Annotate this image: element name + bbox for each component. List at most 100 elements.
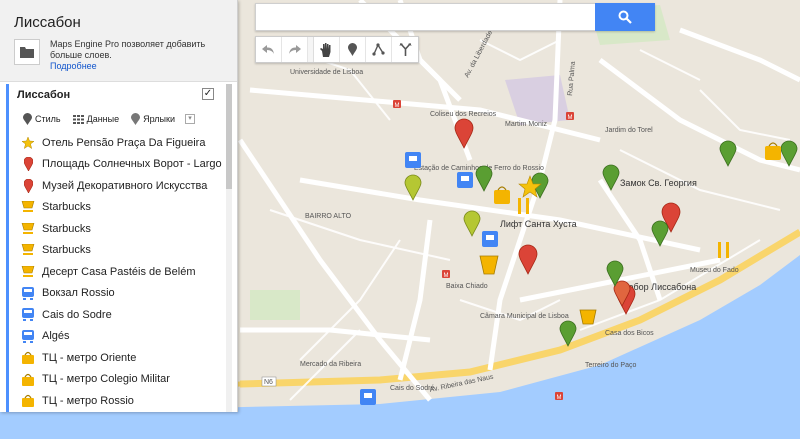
layer-title[interactable]: Лиссабон <box>17 89 70 101</box>
layer-tools: Стиль Данные Ярлыки ▾ <box>9 108 232 130</box>
shopping-bag-icon <box>21 394 35 408</box>
feature-list-item[interactable]: Starbucks <box>9 240 227 262</box>
map-label-universidade: Universidade de Lisboa <box>290 69 363 76</box>
add-marker-button[interactable] <box>340 37 366 62</box>
train-icon[interactable] <box>360 389 376 405</box>
label-pin-icon <box>131 113 141 125</box>
map-title[interactable]: Лиссабон <box>14 14 237 31</box>
map-label-lift: Лифт Санта Хуста <box>500 219 577 229</box>
search-box <box>255 3 655 31</box>
marker-icon <box>348 43 357 56</box>
scrollbar-thumb[interactable] <box>226 84 232 189</box>
feature-label: ТЦ - метро Rossio <box>42 394 134 407</box>
panel-header: Лиссабон Maps Engine Pro позволяет добав… <box>0 0 237 82</box>
feature-list-item[interactable]: ТЦ - метро Oriente <box>9 347 227 369</box>
layers-panel: Лиссабон Maps Engine Pro позволяет добав… <box>0 0 238 412</box>
map-label-mouraria: Martim Moniz <box>505 121 548 128</box>
feature-label: Cais do Sodre <box>42 308 112 321</box>
redo-icon <box>289 44 301 54</box>
promo-text: Maps Engine Pro позволяет добавить больш… <box>50 39 206 60</box>
undo-icon <box>262 44 274 54</box>
feature-list-item[interactable]: Вокзал Rossio <box>9 283 227 305</box>
feature-label: Площадь Солнечных Ворот - Largo <box>42 158 222 171</box>
paint-pin-icon <box>23 113 32 125</box>
feature-label: Starbucks <box>42 244 91 257</box>
feature-list-item[interactable]: ТЦ - метро Rossio <box>9 390 227 412</box>
map-label-n6: N6 <box>264 379 273 386</box>
map-label-cais: Cais do Sodré <box>390 385 434 392</box>
learn-more-link[interactable]: Подробнее <box>50 61 237 71</box>
train-icon[interactable] <box>457 172 473 188</box>
feature-list-item[interactable]: Отель Pensão Praça Da Figueira <box>9 132 227 154</box>
style-button[interactable]: Стиль <box>23 113 61 125</box>
directions-button[interactable] <box>392 37 418 62</box>
coffee-icon <box>21 222 35 236</box>
map-label-coliseu: Coliseu dos Recreios <box>430 111 497 118</box>
feature-label: Десерт Casa Pastéis de Belém <box>42 265 196 278</box>
map-label-fado: Museu do Fado <box>690 267 739 274</box>
map-label-torel: Jardim do Torel <box>605 127 653 134</box>
style-label: Стиль <box>35 114 61 124</box>
feature-list: Отель Pensão Praça Da Figueira Площадь Со… <box>9 132 227 412</box>
train-icon <box>21 308 35 322</box>
feature-list-item[interactable]: Starbucks <box>9 218 227 240</box>
coffee-icon <box>21 200 35 214</box>
feature-list-item[interactable]: Starbucks <box>9 197 227 219</box>
scrollbar[interactable] <box>226 84 232 412</box>
train-icon <box>21 329 35 343</box>
map-toolbar <box>255 36 419 63</box>
feature-label: Вокзал Rossio <box>42 287 115 300</box>
feature-label: ТЦ - метро Colegio Militar <box>42 373 170 386</box>
draw-line-button[interactable] <box>366 37 392 62</box>
labels-button[interactable]: Ярлыки <box>131 113 175 125</box>
feature-list-item[interactable]: Cais do Sodre <box>9 304 227 326</box>
svg-text:M: M <box>557 395 562 401</box>
pan-tool-button[interactable] <box>314 37 340 62</box>
map-label-bicos: Casa dos Bicos <box>605 330 654 337</box>
map-label-chiado: Baixa Chiado <box>446 283 488 290</box>
shopping-bag-icon <box>21 372 35 386</box>
hand-icon <box>320 42 331 57</box>
directions-icon <box>399 43 411 56</box>
shopping-bag-icon <box>21 351 35 365</box>
redo-button[interactable] <box>282 37 308 62</box>
map-label-sao-jorge: Замок Св. Георгия <box>620 178 697 188</box>
svg-text:M: M <box>444 273 449 279</box>
train-icon <box>21 286 35 300</box>
feature-list-item[interactable]: Музей Декоративного Искусства <box>9 175 227 197</box>
layer-header: Лиссабон ✓ <box>9 84 232 108</box>
map-label-ribeira: Mercado da Ribeira <box>300 361 361 368</box>
draw-line-icon <box>372 43 385 56</box>
map-label-bairro: BAIRRO ALTO <box>305 213 352 220</box>
layer-visibility-checkbox[interactable]: ✓ <box>202 88 214 100</box>
data-label: Данные <box>86 114 120 124</box>
feature-list-item[interactable]: Algés <box>9 326 227 348</box>
map-label-comercio: Terreiro do Paço <box>585 362 636 369</box>
feature-label: Музей Декоративного Искусства <box>42 179 208 192</box>
coffee-icon[interactable] <box>579 309 597 325</box>
pin-icon <box>21 157 35 172</box>
svg-text:M: M <box>395 103 400 109</box>
feature-label: ТЦ - метро Oriente <box>42 351 137 364</box>
coffee-icon <box>21 243 35 257</box>
feature-list-item[interactable]: Десерт Casa Pastéis de Belém <box>9 261 227 283</box>
feature-label: Отель Pensão Praça Da Figueira <box>42 136 206 149</box>
feature-label: Starbucks <box>42 222 91 235</box>
train-icon[interactable] <box>405 152 421 168</box>
train-icon[interactable] <box>482 231 498 247</box>
feature-list-item[interactable]: ТЦ - метро Colegio Militar <box>9 369 227 391</box>
data-button[interactable]: Данные <box>72 114 120 124</box>
search-input[interactable] <box>256 4 596 30</box>
layer-card: Лиссабон ✓ Стиль Данные Ярлыки ▾ Отель P… <box>6 84 232 412</box>
map-label-camara: Câmara Municipal de Lisboa <box>480 313 569 320</box>
search-button[interactable] <box>595 3 655 31</box>
feature-label: Algés <box>42 330 70 343</box>
search-icon <box>618 10 632 24</box>
pin-icon <box>21 178 35 193</box>
layer-menu-dropdown[interactable]: ▾ <box>185 114 195 124</box>
feature-list-item[interactable]: Площадь Солнечных Ворот - Largo <box>9 154 227 176</box>
undo-button[interactable] <box>256 37 282 62</box>
coffee-icon <box>21 265 35 279</box>
svg-text:M: M <box>568 115 573 121</box>
promo-box: Maps Engine Pro позволяет добавить больш… <box>14 39 237 71</box>
